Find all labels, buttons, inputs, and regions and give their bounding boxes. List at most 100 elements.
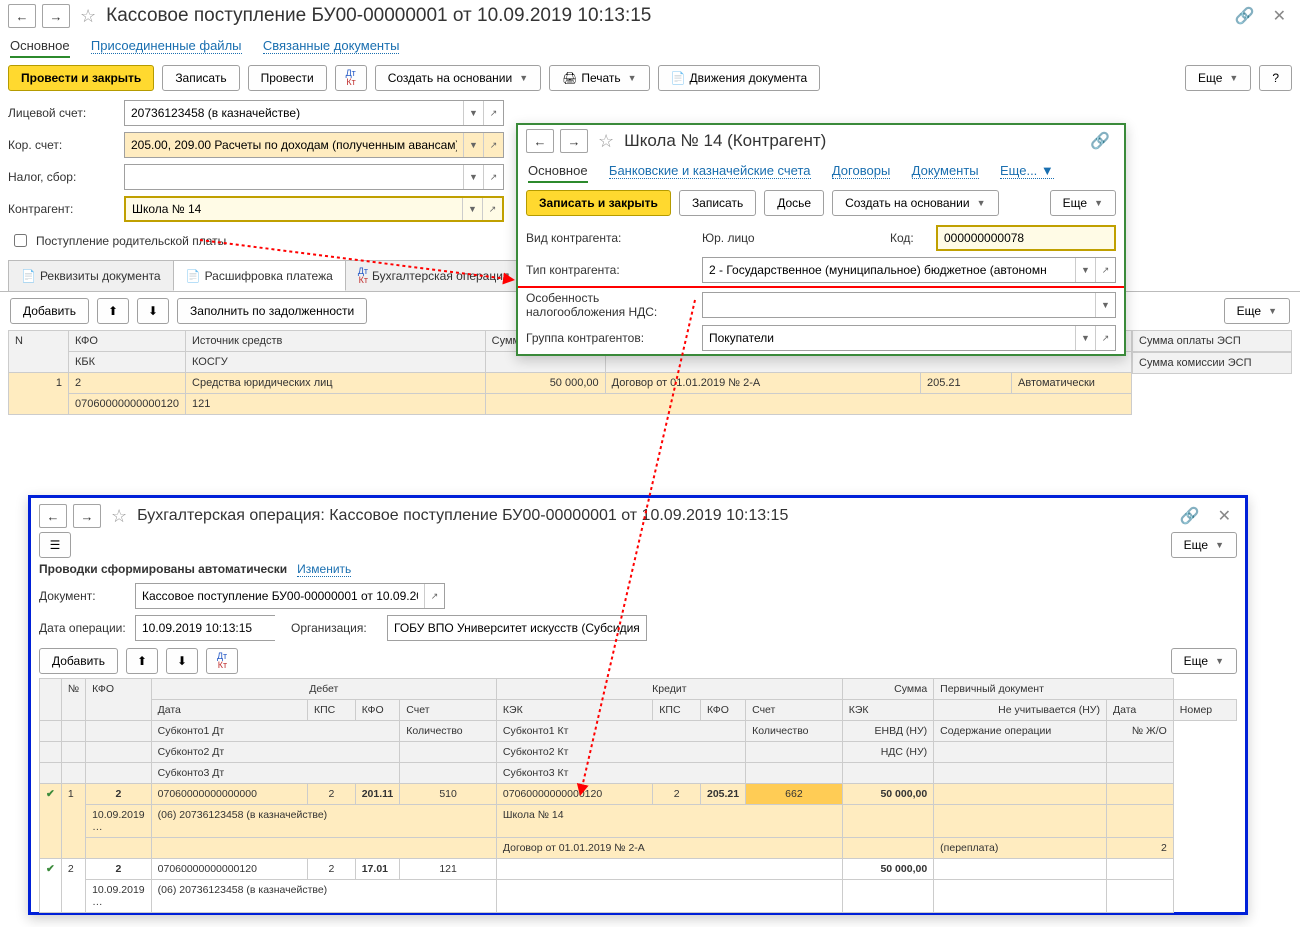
open-icon[interactable]: ↗ bbox=[483, 101, 503, 125]
cell-n[interactable]: 1 bbox=[9, 373, 69, 415]
p3-row1-n[interactable]: 1 bbox=[61, 784, 85, 859]
p3-nav-fwd[interactable]: → bbox=[73, 504, 101, 528]
cell-kosgu[interactable]: 121 bbox=[186, 394, 486, 415]
card-tab-eshe[interactable]: Еще... ▼ bbox=[1000, 163, 1054, 179]
dropdown-icon[interactable]: ▼ bbox=[1095, 293, 1115, 317]
p3-row2-dkek[interactable]: 121 bbox=[400, 859, 497, 880]
card-tip-input[interactable] bbox=[703, 258, 1075, 282]
cell-prim[interactable]: Договор от 01.01.2019 № 2-А bbox=[605, 373, 920, 394]
p3-date-input[interactable] bbox=[136, 616, 303, 640]
more-button-2[interactable]: Еще bbox=[1224, 298, 1290, 324]
p3-row1-soder[interactable]: (переплата) bbox=[934, 838, 1107, 859]
korschet-input[interactable] bbox=[125, 133, 463, 157]
licevoy-input[interactable] bbox=[125, 101, 463, 125]
p3-row2-dkps[interactable]: 07060000000000120 bbox=[151, 859, 307, 880]
more-button[interactable]: Еще bbox=[1185, 65, 1251, 91]
p3-row2-kfo[interactable]: 2 bbox=[86, 859, 152, 880]
tab-bukhoper[interactable]: ДтКтБухгалтерская операция bbox=[345, 260, 523, 291]
open-icon[interactable]: ↗ bbox=[1095, 258, 1115, 282]
p3-row1-date[interactable]: 10.09.2019 … bbox=[86, 805, 152, 838]
p3-row1-sum[interactable]: 50 000,00 bbox=[842, 784, 933, 805]
p3-close-icon[interactable]: ✕ bbox=[1212, 506, 1237, 526]
nav-forward-button[interactable]: → bbox=[42, 4, 70, 28]
move-down-button[interactable]: ⬇ bbox=[137, 298, 169, 324]
move-up-button[interactable]: ⬆ bbox=[97, 298, 129, 324]
tab-files[interactable]: Присоединенные файлы bbox=[91, 38, 242, 54]
p3-row2-n[interactable]: 2 bbox=[61, 859, 85, 913]
cell-acc[interactable]: 205.21 bbox=[920, 373, 1011, 394]
card-tab-bank[interactable]: Банковские и казначейские счета bbox=[609, 163, 811, 179]
create-based-on-button[interactable]: Создать на основании bbox=[375, 65, 541, 91]
p3-down[interactable]: ⬇ bbox=[166, 648, 198, 674]
p3-add-button[interactable]: Добавить bbox=[39, 648, 118, 674]
print-button[interactable]: 🖨Печать bbox=[549, 65, 649, 91]
dropdown-icon[interactable]: ▼ bbox=[1075, 258, 1095, 282]
p3-row2-dschet[interactable]: 17.01 bbox=[355, 859, 400, 880]
card-kod-input[interactable] bbox=[938, 227, 1114, 249]
p3-row2-date[interactable]: 10.09.2019 … bbox=[86, 880, 152, 913]
cell-summa[interactable]: 50 000,00 bbox=[485, 373, 605, 394]
card-tab-osn[interactable]: Основное bbox=[528, 163, 588, 183]
save-button[interactable]: Записать bbox=[162, 65, 239, 91]
p3-star-icon[interactable]: ☆ bbox=[107, 506, 131, 527]
p3-row1-dschet[interactable]: 201.11 bbox=[355, 784, 400, 805]
card-nav-back[interactable]: ← bbox=[526, 129, 554, 153]
add-row-button[interactable]: Добавить bbox=[10, 298, 89, 324]
help-button[interactable]: ? bbox=[1259, 65, 1292, 91]
card-more[interactable]: Еще bbox=[1050, 190, 1116, 216]
post-button[interactable]: Провести bbox=[248, 65, 327, 91]
card-group-input[interactable] bbox=[703, 326, 1075, 350]
tab-linked[interactable]: Связанные документы bbox=[263, 38, 400, 54]
card-create[interactable]: Создать на основании bbox=[832, 190, 998, 216]
card-dossier[interactable]: Досье bbox=[764, 190, 824, 216]
p3-row1-dkfo[interactable]: 2 bbox=[308, 784, 356, 805]
card-tab-doc[interactable]: Документы bbox=[912, 163, 979, 179]
nav-back-button[interactable]: ← bbox=[8, 4, 36, 28]
p3-row2-dkfo[interactable]: 2 bbox=[308, 859, 356, 880]
tab-rasshifrovka[interactable]: 📄Расшифровка платежа bbox=[173, 260, 346, 291]
tab-main[interactable]: Основное bbox=[10, 38, 70, 58]
p3-row1-sub1d[interactable]: (06) 20736123458 (в казначействе) bbox=[151, 805, 496, 838]
p3-row1-dkps[interactable]: 07060000000000000 bbox=[151, 784, 307, 805]
card-save[interactable]: Записать bbox=[679, 190, 756, 216]
card-nav-fwd[interactable]: → bbox=[560, 129, 588, 153]
card-link-icon[interactable]: 🔗 bbox=[1084, 131, 1116, 151]
p3-link-icon[interactable]: 🔗 bbox=[1174, 506, 1206, 526]
tab-rekvizity[interactable]: 📄Реквизиты документа bbox=[8, 260, 174, 291]
open-icon[interactable]: ↗ bbox=[483, 133, 503, 157]
p3-row1-kfo[interactable]: 2 bbox=[86, 784, 152, 805]
p3-more[interactable]: Еще bbox=[1171, 532, 1237, 558]
dropdown-icon[interactable]: ▼ bbox=[463, 165, 483, 189]
post-and-close-button[interactable]: Провести и закрыть bbox=[8, 65, 154, 91]
p3-doc-input[interactable] bbox=[136, 584, 424, 608]
p3-row1-dkek[interactable]: 510 bbox=[400, 784, 497, 805]
p3-up[interactable]: ⬆ bbox=[126, 648, 158, 674]
card-save-close[interactable]: Записать и закрыть bbox=[526, 190, 671, 216]
cell-kbk[interactable]: 07060000000000120 bbox=[69, 394, 186, 415]
nalog-input[interactable] bbox=[125, 165, 463, 189]
open-icon[interactable]: ↗ bbox=[482, 198, 502, 220]
copy-link-icon[interactable]: 🔗 bbox=[1229, 6, 1261, 26]
cell-auto[interactable]: Автоматически bbox=[1012, 373, 1132, 394]
p3-row1-sub2k[interactable]: Договор от 01.01.2019 № 2-А bbox=[496, 838, 842, 859]
open-icon[interactable]: ↗ bbox=[483, 165, 503, 189]
p3-dtkt-icon[interactable]: ДтКт bbox=[206, 648, 238, 674]
close-icon[interactable]: ✕ bbox=[1267, 6, 1292, 26]
card-star-icon[interactable]: ☆ bbox=[594, 131, 618, 152]
dropdown-icon[interactable]: ▼ bbox=[463, 133, 483, 157]
favorite-star-icon[interactable]: ☆ bbox=[76, 6, 100, 27]
open-icon[interactable]: ↗ bbox=[424, 584, 444, 608]
dtkt-icon-button[interactable]: ДтКт bbox=[335, 65, 367, 91]
dropdown-icon[interactable]: ▼ bbox=[1075, 326, 1095, 350]
dropdown-icon[interactable]: ▼ bbox=[462, 198, 482, 220]
p3-tab-icon[interactable]: ☰ bbox=[39, 532, 71, 558]
open-icon[interactable]: ↗ bbox=[1095, 326, 1115, 350]
p3-row1-kschet[interactable]: 205.21 bbox=[700, 784, 745, 805]
p3-row1-kkfo[interactable]: 2 bbox=[653, 784, 701, 805]
fill-by-debt-button[interactable]: Заполнить по задолженности bbox=[177, 298, 367, 324]
p3-row2-sum[interactable]: 50 000,00 bbox=[842, 859, 933, 880]
p3-row1-nzo[interactable]: 2 bbox=[1106, 838, 1173, 859]
p3-row1-kkps[interactable]: 07060000000000120 bbox=[496, 784, 652, 805]
card-osob-input[interactable] bbox=[703, 293, 1095, 317]
p3-more-2[interactable]: Еще bbox=[1171, 648, 1237, 674]
